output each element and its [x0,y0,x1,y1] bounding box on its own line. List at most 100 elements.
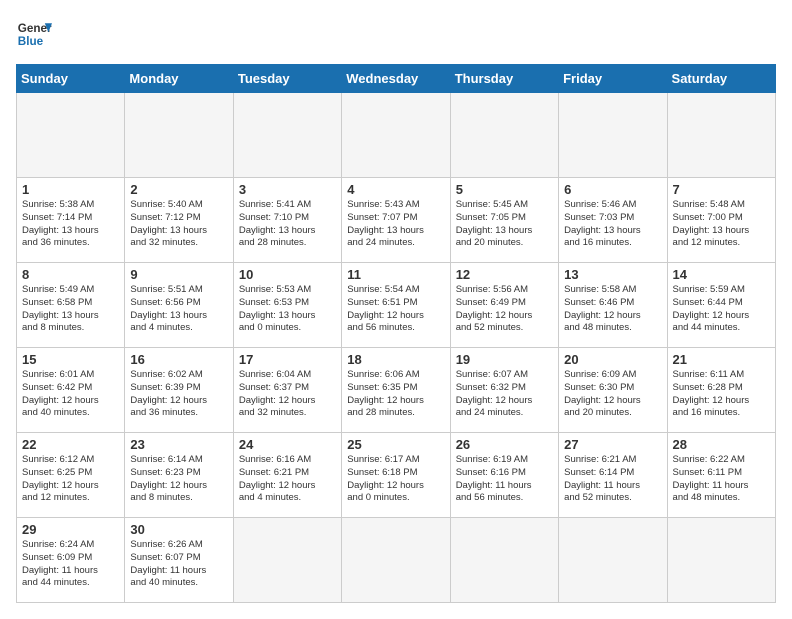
day-info: Sunrise: 5:41 AM Sunset: 7:10 PM Dayligh… [239,199,336,250]
calendar-cell: 23 Sunrise: 6:14 AM Sunset: 6:23 PM Dayli… [125,433,233,518]
day-info: Sunrise: 5:53 AM Sunset: 6:53 PM Dayligh… [239,284,336,335]
calendar-cell: 13 Sunrise: 5:58 AM Sunset: 6:46 PM Dayli… [559,263,667,348]
calendar-cell: 4Sunrise: 5:43 AM Sunset: 7:07 PM Daylig… [342,178,450,263]
page-header: General Blue [16,16,776,52]
day-number: 15 [22,352,119,367]
week-row-0 [17,93,776,178]
day-info: Sunrise: 5:56 AM Sunset: 6:49 PM Dayligh… [456,284,553,335]
week-row-3: 15Sunrise: 6:01 AM Sunset: 6:42 PM Dayli… [17,348,776,433]
calendar-cell: 3 Sunrise: 5:41 AM Sunset: 7:10 PM Daylig… [233,178,341,263]
calendar-cell: 21 Sunrise: 6:11 AM Sunset: 6:28 PM Dayli… [667,348,775,433]
calendar-cell [125,93,233,178]
day-info: Sunrise: 6:21 AM Sunset: 6:14 PM Dayligh… [564,454,661,505]
day-info: Sunrise: 6:19 AM Sunset: 6:16 PM Dayligh… [456,454,553,505]
calendar-cell: 2 Sunrise: 5:40 AM Sunset: 7:12 PM Daylig… [125,178,233,263]
calendar-cell [667,93,775,178]
calendar-cell: 22 Sunrise: 6:12 AM Sunset: 6:25 PM Dayli… [17,433,125,518]
calendar-cell [450,518,558,603]
day-info: Sunrise: 6:09 AM Sunset: 6:30 PM Dayligh… [564,369,661,420]
day-number: 19 [456,352,553,367]
calendar-cell: 27Sunrise: 6:21 AM Sunset: 6:14 PM Dayli… [559,433,667,518]
calendar-cell: 9 Sunrise: 5:51 AM Sunset: 6:56 PM Daylig… [125,263,233,348]
day-number: 4 [347,182,444,197]
day-info: Sunrise: 5:48 AM Sunset: 7:00 PM Dayligh… [673,199,770,250]
calendar-cell [450,93,558,178]
day-info: Sunrise: 5:38 AM Sunset: 7:14 PM Dayligh… [22,199,119,250]
calendar-cell: 7 Sunrise: 5:48 AM Sunset: 7:00 PM Daylig… [667,178,775,263]
day-info: Sunrise: 5:40 AM Sunset: 7:12 PM Dayligh… [130,199,227,250]
dow-header-saturday: Saturday [667,65,775,93]
day-number: 1 [22,182,119,197]
day-number: 12 [456,267,553,282]
week-row-2: 8 Sunrise: 5:49 AM Sunset: 6:58 PM Daylig… [17,263,776,348]
day-number: 9 [130,267,227,282]
day-number: 10 [239,267,336,282]
day-number: 28 [673,437,770,452]
day-number: 26 [456,437,553,452]
logo-icon: General Blue [16,16,52,52]
calendar-cell: 30 Sunrise: 6:26 AM Sunset: 6:07 PM Dayli… [125,518,233,603]
day-info: Sunrise: 6:26 AM Sunset: 6:07 PM Dayligh… [130,539,227,590]
day-info: Sunrise: 6:24 AM Sunset: 6:09 PM Dayligh… [22,539,119,590]
day-number: 24 [239,437,336,452]
day-number: 13 [564,267,661,282]
calendar-cell: 1 Sunrise: 5:38 AM Sunset: 7:14 PM Daylig… [17,178,125,263]
day-info: Sunrise: 6:22 AM Sunset: 6:11 PM Dayligh… [673,454,770,505]
day-number: 14 [673,267,770,282]
calendar-cell: 15Sunrise: 6:01 AM Sunset: 6:42 PM Dayli… [17,348,125,433]
day-info: Sunrise: 6:14 AM Sunset: 6:23 PM Dayligh… [130,454,227,505]
day-number: 17 [239,352,336,367]
day-number: 29 [22,522,119,537]
day-info: Sunrise: 5:46 AM Sunset: 7:03 PM Dayligh… [564,199,661,250]
day-number: 11 [347,267,444,282]
day-info: Sunrise: 6:12 AM Sunset: 6:25 PM Dayligh… [22,454,119,505]
calendar-cell [559,518,667,603]
day-info: Sunrise: 5:58 AM Sunset: 6:46 PM Dayligh… [564,284,661,335]
day-number: 7 [673,182,770,197]
calendar-cell [342,93,450,178]
day-number: 16 [130,352,227,367]
calendar-table: SundayMondayTuesdayWednesdayThursdayFrid… [16,64,776,603]
week-row-5: 29 Sunrise: 6:24 AM Sunset: 6:09 PM Dayli… [17,518,776,603]
calendar-cell [667,518,775,603]
day-number: 22 [22,437,119,452]
dow-header-wednesday: Wednesday [342,65,450,93]
day-info: Sunrise: 6:04 AM Sunset: 6:37 PM Dayligh… [239,369,336,420]
calendar-cell: 16 Sunrise: 6:02 AM Sunset: 6:39 PM Dayli… [125,348,233,433]
logo: General Blue [16,16,52,52]
calendar-cell [342,518,450,603]
calendar-cell [17,93,125,178]
day-number: 3 [239,182,336,197]
day-number: 6 [564,182,661,197]
day-info: Sunrise: 6:07 AM Sunset: 6:32 PM Dayligh… [456,369,553,420]
calendar-cell: 19 Sunrise: 6:07 AM Sunset: 6:32 PM Dayli… [450,348,558,433]
day-info: Sunrise: 6:02 AM Sunset: 6:39 PM Dayligh… [130,369,227,420]
week-row-1: 1 Sunrise: 5:38 AM Sunset: 7:14 PM Daylig… [17,178,776,263]
day-number: 2 [130,182,227,197]
day-info: Sunrise: 5:45 AM Sunset: 7:05 PM Dayligh… [456,199,553,250]
calendar-cell: 10 Sunrise: 5:53 AM Sunset: 6:53 PM Dayli… [233,263,341,348]
calendar-cell: 26 Sunrise: 6:19 AM Sunset: 6:16 PM Dayli… [450,433,558,518]
day-number: 20 [564,352,661,367]
calendar-cell: 5 Sunrise: 5:45 AM Sunset: 7:05 PM Daylig… [450,178,558,263]
day-number: 18 [347,352,444,367]
calendar-cell: 28 Sunrise: 6:22 AM Sunset: 6:11 PM Dayli… [667,433,775,518]
calendar-cell: 29 Sunrise: 6:24 AM Sunset: 6:09 PM Dayli… [17,518,125,603]
day-number: 25 [347,437,444,452]
day-number: 23 [130,437,227,452]
day-number: 8 [22,267,119,282]
day-number: 5 [456,182,553,197]
calendar-cell [233,518,341,603]
calendar-cell [559,93,667,178]
day-number: 30 [130,522,227,537]
calendar-cell: 20 Sunrise: 6:09 AM Sunset: 6:30 PM Dayli… [559,348,667,433]
dow-header-monday: Monday [125,65,233,93]
day-info: Sunrise: 5:49 AM Sunset: 6:58 PM Dayligh… [22,284,119,335]
day-info: Sunrise: 6:11 AM Sunset: 6:28 PM Dayligh… [673,369,770,420]
day-info: Sunrise: 5:54 AM Sunset: 6:51 PM Dayligh… [347,284,444,335]
calendar-cell: 14Sunrise: 5:59 AM Sunset: 6:44 PM Dayli… [667,263,775,348]
dow-header-sunday: Sunday [17,65,125,93]
day-number: 21 [673,352,770,367]
day-info: Sunrise: 6:16 AM Sunset: 6:21 PM Dayligh… [239,454,336,505]
day-info: Sunrise: 5:51 AM Sunset: 6:56 PM Dayligh… [130,284,227,335]
